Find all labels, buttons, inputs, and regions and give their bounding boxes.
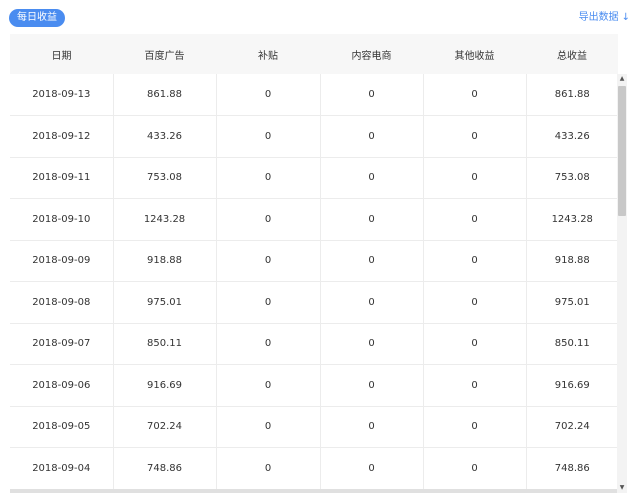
cell-date: 2018-09-13 [10, 74, 114, 116]
cell-subsidy: 0 [216, 364, 321, 407]
cell-total-income: 918.88 [526, 240, 618, 282]
cell-total-income: 433.26 [526, 115, 618, 158]
cell-other-income: 0 [423, 240, 527, 282]
table-row: 2018-09-12 433.26 0 0 0 433.26 [10, 115, 618, 158]
cell-date: 2018-09-06 [10, 364, 114, 407]
cell-total-income: 850.11 [526, 323, 618, 365]
cell-other-income: 0 [423, 323, 527, 365]
cell-baidu-ads: 702.24 [113, 406, 217, 448]
cell-baidu-ads: 1243.28 [113, 198, 217, 241]
daily-earnings-tab[interactable]: 每日收益 [9, 9, 65, 27]
cell-date: 2018-09-08 [10, 281, 114, 324]
earnings-table-container: 日期 百度广告 补贴 内容电商 其他收益 总收益 2018-09-13 861.… [10, 34, 628, 493]
scrollbar-thumb[interactable] [618, 86, 626, 216]
cell-date: 2018-09-11 [10, 157, 114, 199]
column-header-date: 日期 [51, 50, 72, 62]
vertical-scrollbar[interactable]: ▲ ▼ [617, 74, 627, 493]
cell-content-ecommerce: 0 [320, 240, 424, 282]
cell-other-income: 0 [423, 198, 527, 241]
table-row: 2018-09-07 850.11 0 0 0 850.11 [10, 323, 618, 365]
cell-other-income: 0 [423, 447, 527, 490]
cell-baidu-ads: 918.88 [113, 240, 217, 282]
cell-subsidy: 0 [216, 157, 321, 199]
cell-subsidy: 0 [216, 115, 321, 158]
table-row: 2018-09-13 861.88 0 0 0 861.88 [10, 74, 618, 116]
earnings-table: 日期 百度广告 补贴 内容电商 其他收益 总收益 2018-09-13 861.… [10, 34, 618, 490]
cell-other-income: 0 [423, 406, 527, 448]
top-bar: 每日收益 导出数据 ↓ [0, 0, 640, 34]
cell-subsidy: 0 [216, 281, 321, 324]
cell-baidu-ads: 850.11 [113, 323, 217, 365]
cell-date: 2018-09-07 [10, 323, 114, 365]
cell-total-income: 861.88 [526, 74, 618, 116]
cell-baidu-ads: 975.01 [113, 281, 217, 324]
export-data-link[interactable]: 导出数据 ↓ [579, 11, 630, 25]
table-header-row: 日期 百度广告 补贴 内容电商 其他收益 总收益 [10, 34, 618, 74]
cell-subsidy: 0 [216, 74, 321, 116]
cell-baidu-ads: 753.08 [113, 157, 217, 199]
cell-other-income: 0 [423, 364, 527, 407]
cell-total-income: 916.69 [526, 364, 618, 407]
export-data-label: 导出数据 [578, 12, 619, 23]
cell-total-income: 702.24 [526, 406, 618, 448]
table-row: 2018-09-05 702.24 0 0 0 702.24 [10, 406, 618, 448]
cell-other-income: 0 [423, 115, 527, 158]
scroll-up-arrow-icon[interactable]: ▲ [617, 74, 627, 84]
cell-baidu-ads: 748.86 [113, 447, 217, 490]
cell-date: 2018-09-05 [10, 406, 114, 448]
scroll-down-arrow-icon[interactable]: ▼ [617, 483, 627, 493]
cell-baidu-ads: 916.69 [113, 364, 217, 407]
column-header-content-ecommerce: 内容电商 [351, 50, 392, 62]
cell-subsidy: 0 [216, 198, 321, 241]
cell-subsidy: 0 [216, 447, 321, 490]
cell-baidu-ads: 433.26 [113, 115, 217, 158]
cell-content-ecommerce: 0 [320, 74, 424, 116]
column-header-subsidy: 补贴 [258, 50, 278, 62]
cell-other-income: 0 [423, 281, 527, 324]
cell-content-ecommerce: 0 [320, 323, 424, 365]
cell-total-income: 1243.28 [526, 198, 618, 241]
table-row: 2018-09-10 1243.28 0 0 0 1243.28 [10, 198, 618, 241]
column-header-total-income: 总收益 [557, 50, 587, 62]
table-row: 2018-09-11 753.08 0 0 0 753.08 [10, 157, 618, 199]
cell-date: 2018-09-12 [10, 115, 114, 158]
cell-content-ecommerce: 0 [320, 364, 424, 407]
cell-other-income: 0 [423, 157, 527, 199]
horizontal-scrollbar[interactable] [10, 489, 617, 493]
cell-total-income: 748.86 [526, 447, 618, 490]
table-row: 2018-09-06 916.69 0 0 0 916.69 [10, 364, 618, 407]
cell-date: 2018-09-09 [10, 240, 114, 282]
cell-baidu-ads: 861.88 [113, 74, 217, 116]
cell-subsidy: 0 [216, 323, 321, 365]
cell-content-ecommerce: 0 [320, 447, 424, 490]
cell-content-ecommerce: 0 [320, 157, 424, 199]
cell-total-income: 753.08 [526, 157, 618, 199]
column-header-baidu-ads: 百度广告 [144, 50, 185, 62]
cell-subsidy: 0 [216, 406, 321, 448]
table-row: 2018-09-04 748.86 0 0 0 748.86 [10, 447, 618, 490]
cell-content-ecommerce: 0 [320, 198, 424, 241]
cell-content-ecommerce: 0 [320, 281, 424, 324]
table-body: 2018-09-13 861.88 0 0 0 861.88 2018-09-1… [10, 74, 618, 490]
download-arrow-icon: ↓ [621, 12, 630, 23]
table-row: 2018-09-08 975.01 0 0 0 975.01 [10, 281, 618, 324]
cell-subsidy: 0 [216, 240, 321, 282]
cell-total-income: 975.01 [526, 281, 618, 324]
cell-other-income: 0 [423, 74, 527, 116]
column-header-other-income: 其他收益 [454, 50, 495, 62]
cell-content-ecommerce: 0 [320, 406, 424, 448]
cell-content-ecommerce: 0 [320, 115, 424, 158]
table-row: 2018-09-09 918.88 0 0 0 918.88 [10, 240, 618, 282]
cell-date: 2018-09-10 [10, 198, 114, 241]
cell-date: 2018-09-04 [10, 447, 114, 490]
